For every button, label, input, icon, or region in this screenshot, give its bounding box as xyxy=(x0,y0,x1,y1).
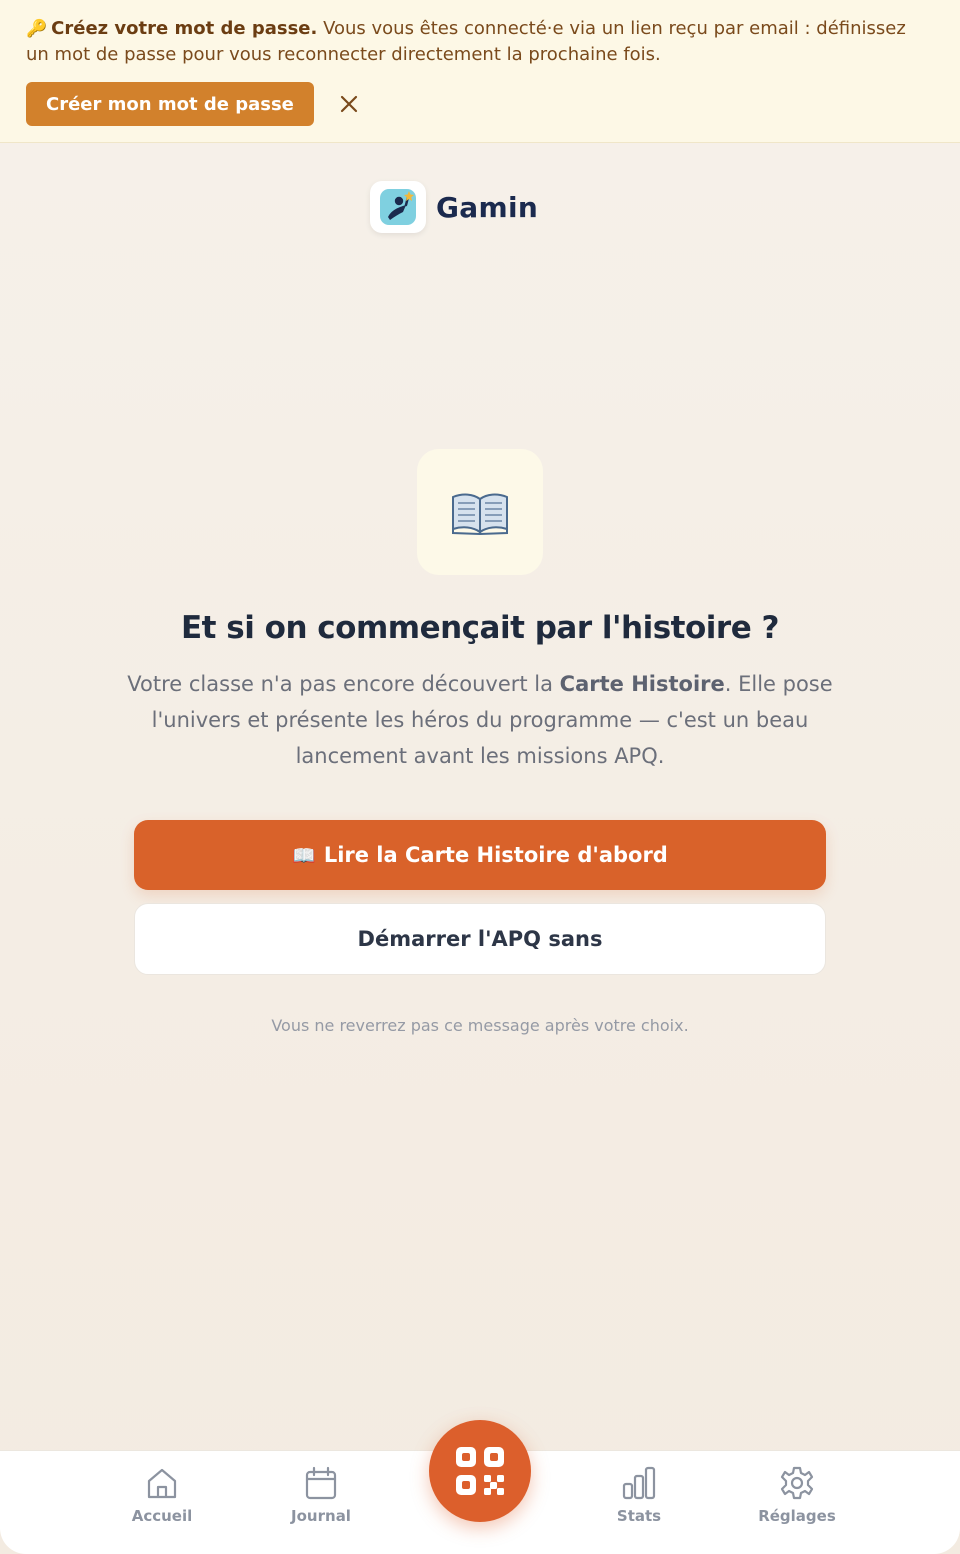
book-icon: 📖 xyxy=(292,844,316,867)
scan-qr-button[interactable] xyxy=(429,1420,531,1522)
nav-label-stats: Stats xyxy=(616,1507,662,1525)
description-bold: Carte Histoire xyxy=(559,672,725,696)
info-note: Vous ne reverrez pas ce message après vo… xyxy=(271,1016,689,1035)
book-icon xyxy=(417,449,543,575)
read-story-button[interactable]: 📖 Lire la Carte Histoire d'abord xyxy=(134,820,826,890)
read-story-label: Lire la Carte Histoire d'abord xyxy=(323,843,668,867)
nav-label-journal: Journal xyxy=(291,1507,351,1525)
logo-mark-icon xyxy=(370,181,426,233)
page-title: Et si on commençait par l'histoire ? xyxy=(180,610,780,646)
nav-label-accueil: Accueil xyxy=(131,1507,193,1525)
banner-actions: Créer mon mot de passe xyxy=(26,82,934,126)
nav-item-accueil[interactable]: Accueil xyxy=(102,1465,222,1525)
start-apq-button[interactable]: Démarrer l'APQ sans xyxy=(134,903,826,975)
description: Votre classe n'a pas encore découvert la… xyxy=(120,666,840,774)
gear-icon xyxy=(780,1466,814,1500)
create-password-button[interactable]: Créer mon mot de passe xyxy=(26,82,314,126)
app-logo: Gamin xyxy=(370,181,538,233)
bar-chart-icon xyxy=(622,1466,656,1500)
nav-label-reglages: Réglages xyxy=(758,1507,836,1525)
key-icon: 🔑 xyxy=(26,19,48,39)
calendar-icon xyxy=(305,1466,337,1500)
app-name: Gamin xyxy=(436,190,539,224)
qr-code-icon xyxy=(456,1447,504,1495)
banner-text: 🔑 Créez votre mot de passe. Vous vous ête… xyxy=(26,16,926,68)
description-part1: Votre classe n'a pas encore découvert la xyxy=(127,672,560,696)
home-icon xyxy=(147,1468,177,1499)
nav-item-journal[interactable]: Journal xyxy=(261,1465,381,1525)
close-icon[interactable] xyxy=(334,89,364,119)
banner-title: Créez votre mot de passe. xyxy=(51,18,318,39)
password-banner: 🔑 Créez votre mot de passe. Vous vous ête… xyxy=(0,0,960,143)
nav-item-reglages[interactable]: Réglages xyxy=(737,1465,857,1525)
nav-item-stats[interactable]: Stats xyxy=(579,1465,699,1525)
